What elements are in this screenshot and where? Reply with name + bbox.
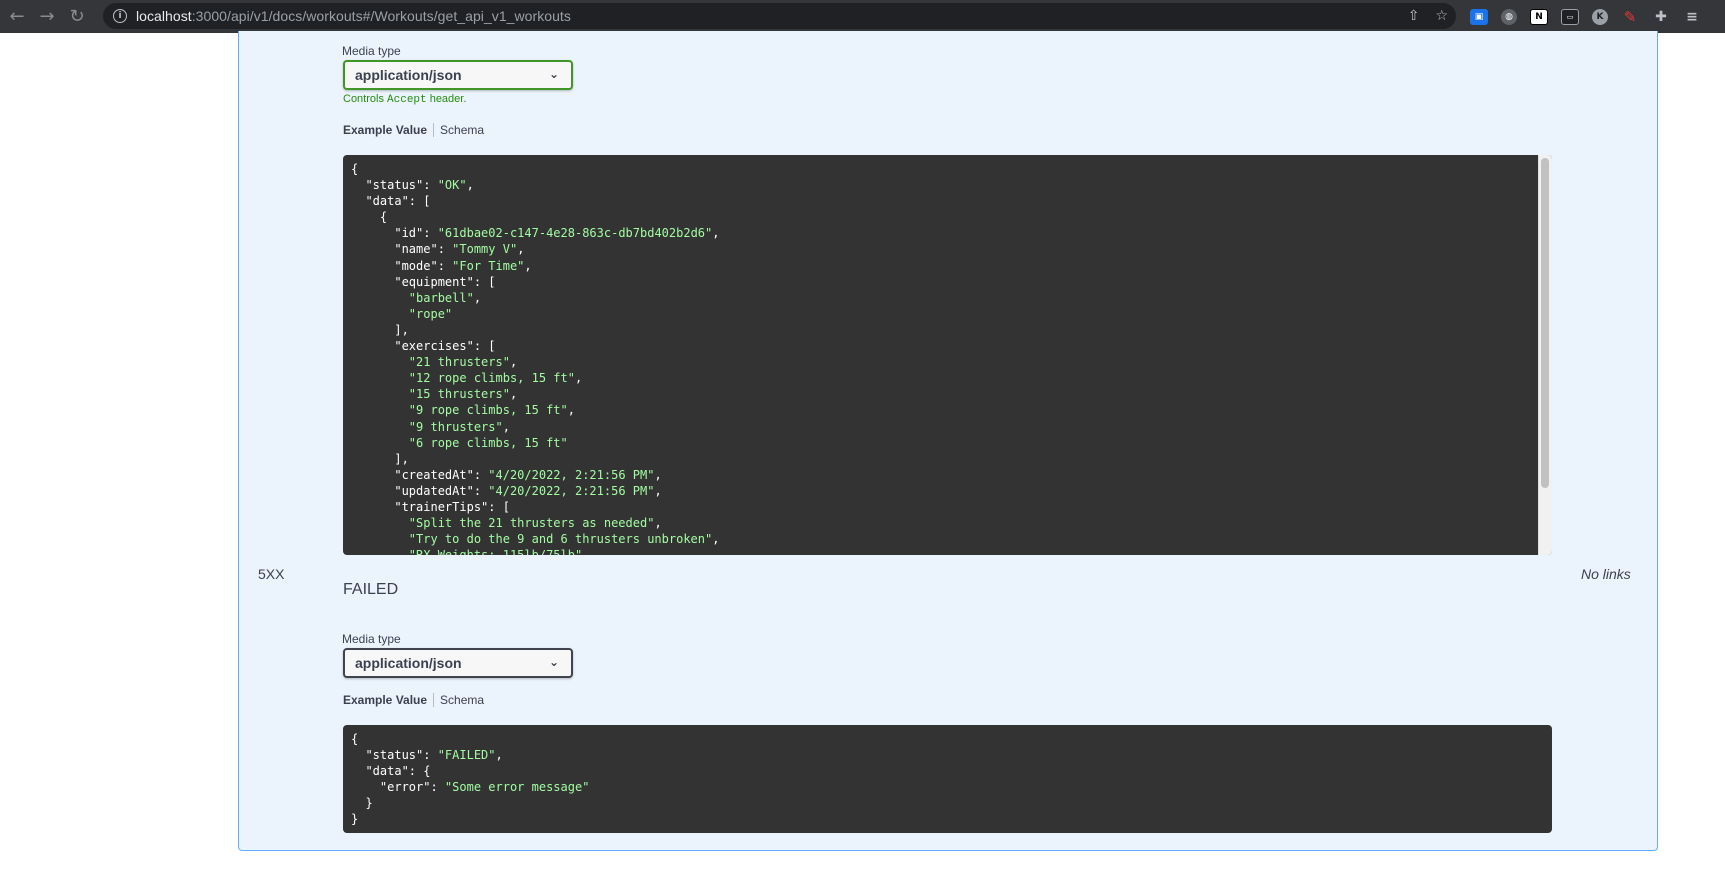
code-scrollbar-thumb[interactable] <box>1541 158 1549 488</box>
code-line: { <box>351 162 359 176</box>
code-line: "6 rope climbs, 15 ft" <box>408 435 568 450</box>
media-type-value: application/json <box>355 67 462 83</box>
media-type-select[interactable]: application/json ⌄ <box>343 648 573 678</box>
address-bar[interactable]: i localhost:3000/api/v1/docs/workouts#/W… <box>103 3 1456 29</box>
browser-toolbar: ← → ↻ i localhost:3000/api/v1/docs/worko… <box>0 0 1725 33</box>
code-line: "barbell", <box>408 290 482 305</box>
code-line: } <box>351 812 359 827</box>
code-line: { <box>351 210 388 225</box>
chevron-down-icon: ⌄ <box>548 655 559 669</box>
code-line: "id": "61dbae02-c147-4e28-863c-db7bd402b… <box>351 226 720 241</box>
code-line: "status": "FAILED", <box>351 748 503 763</box>
media-type-label: Media type <box>342 44 401 58</box>
example-value-code-block[interactable]: { "status": "FAILED", "data": { "error":… <box>343 725 1552 833</box>
notion-icon[interactable]: N <box>1530 8 1548 25</box>
code-line: ], <box>351 322 409 337</box>
extension-blue-icon[interactable]: ▣ <box>1470 8 1488 25</box>
reload-icon[interactable]: ↻ <box>62 0 92 33</box>
back-arrow-icon[interactable]: ← <box>2 0 32 33</box>
code-line: "exercises": [ <box>351 339 496 354</box>
response-code-5xx: 5XX <box>258 566 285 582</box>
code-line: "status": "OK", <box>351 178 474 193</box>
code-line: "21 thrusters", <box>408 355 518 370</box>
extensions-puzzle-icon[interactable]: ✚ <box>1652 9 1670 25</box>
share-icon[interactable]: ⇧ <box>1408 8 1420 24</box>
swagger-page: Media type application/json ⌄ Controls A… <box>0 31 1725 873</box>
example-schema-tabs: Example Value Schema <box>343 693 484 707</box>
example-value-code-block[interactable]: { "status": "OK", "data": [ { "id": "61d… <box>343 155 1552 555</box>
code-line: "equipment": [ <box>351 274 496 289</box>
code-line: "data": [ <box>351 194 431 209</box>
code-line: "updatedAt": "4/20/2022, 2:21:56 PM", <box>351 483 662 498</box>
controls-accept-note: Controls Accept header. <box>343 93 467 106</box>
tab-separator <box>433 123 435 137</box>
code-line: "15 thrusters", <box>408 387 518 402</box>
code-line: "Try to do the 9 and 6 thrusters unbroke… <box>408 532 720 547</box>
media-type-value: application/json <box>355 655 462 671</box>
extension-card-icon[interactable]: ▭ <box>1561 8 1579 25</box>
tab-schema[interactable]: Schema <box>440 693 484 707</box>
media-type-select[interactable]: application/json ⌄ <box>343 60 573 90</box>
extension-globe-icon[interactable]: ◍ <box>1501 8 1517 25</box>
extension-pen-icon[interactable]: ✎ <box>1621 8 1639 26</box>
code-line: "rope" <box>408 306 453 321</box>
tab-schema[interactable]: Schema <box>440 123 484 137</box>
info-icon[interactable]: i <box>113 9 127 23</box>
code-line: "createdAt": "4/20/2022, 2:21:56 PM", <box>351 467 662 482</box>
response-description: FAILED <box>343 581 399 598</box>
tab-example-value[interactable]: Example Value <box>343 123 427 137</box>
forward-arrow-icon[interactable]: → <box>32 0 62 33</box>
code-line: "name": "Tommy V", <box>351 242 525 257</box>
code-line: "data": { <box>351 764 431 779</box>
chevron-down-icon: ⌄ <box>548 67 559 81</box>
code-line: "9 rope climbs, 15 ft", <box>408 403 575 418</box>
code-line: "error": "Some error message" <box>351 780 590 795</box>
code-line: "trainerTips": [ <box>351 499 510 514</box>
profile-avatar-icon[interactable]: K <box>1592 8 1608 25</box>
reading-list-icon[interactable]: ≡ <box>1683 9 1701 25</box>
code-line: { <box>351 732 359 746</box>
code-line: "RX Weights: 115lb/75lb" <box>351 547 1544 555</box>
bookmark-star-icon[interactable]: ☆ <box>1435 8 1448 24</box>
code-line: ], <box>351 451 409 466</box>
tab-example-value[interactable]: Example Value <box>343 693 427 707</box>
code-line: "12 rope climbs, 15 ft", <box>408 371 583 386</box>
code-line: } <box>351 796 373 811</box>
code-scrollbar-track[interactable] <box>1538 155 1552 555</box>
code-line: "Split the 21 thrusters as needed", <box>408 516 662 531</box>
example-schema-tabs: Example Value Schema <box>343 123 484 137</box>
url-text[interactable]: localhost:3000/api/v1/docs/workouts#/Wor… <box>136 8 571 24</box>
media-type-label: Media type <box>342 632 401 646</box>
code-line: "9 thrusters", <box>408 419 510 434</box>
tab-separator <box>433 693 435 707</box>
code-line: "mode": "For Time", <box>351 258 532 273</box>
no-links-text: No links <box>1581 566 1631 582</box>
